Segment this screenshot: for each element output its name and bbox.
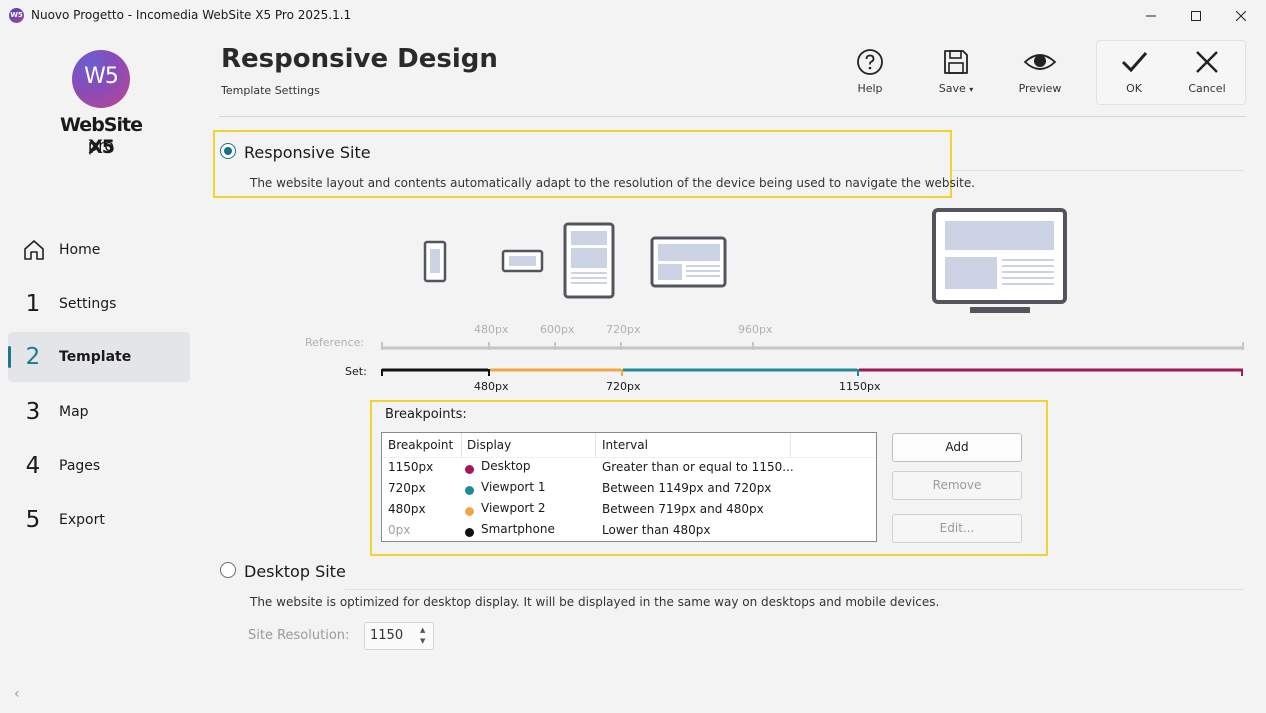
interval-cell: Lower than 480px xyxy=(602,523,711,537)
sidebar-item-label: Map xyxy=(59,404,89,420)
set-tick-label: 480px xyxy=(474,380,509,393)
sidebar-item-export[interactable]: 5 Export xyxy=(8,495,190,545)
sidebar-item-pages[interactable]: 4 Pages xyxy=(8,441,190,491)
column-header-display[interactable]: Display xyxy=(467,438,511,452)
breakpoint-cell: 1150px xyxy=(388,460,434,474)
viewport2-color-dot xyxy=(465,507,474,516)
desktop-site-description: The website is optimized for desktop dis… xyxy=(250,595,940,609)
section-divider xyxy=(345,589,1244,590)
breakpoints-table[interactable]: Breakpoint Display Interval 1150px Deskt… xyxy=(381,432,877,542)
step-number: 5 xyxy=(25,507,41,533)
breakpoint-cell: 480px xyxy=(388,502,426,516)
edit-breakpoint-button[interactable]: Edit... xyxy=(892,514,1022,543)
sidebar-item-label: Pages xyxy=(59,458,101,474)
display-cell: Viewport 2 xyxy=(481,501,546,515)
breakpoint-cell: 0px xyxy=(388,523,411,537)
interval-cell: Greater than or equal to 1150... xyxy=(602,460,794,474)
remove-breakpoint-button[interactable]: Remove xyxy=(892,471,1022,500)
column-header-breakpoint[interactable]: Breakpoint xyxy=(388,438,453,452)
step-number: 4 xyxy=(25,453,41,479)
desktop-color-dot xyxy=(465,465,474,474)
viewport1-color-dot xyxy=(465,486,474,495)
table-row[interactable]: 720px Viewport 1 Between 1149px and 720p… xyxy=(382,479,876,500)
set-ruler xyxy=(381,368,1243,376)
desktop-site-label[interactable]: Desktop Site xyxy=(244,562,346,581)
desktop-site-radio[interactable] xyxy=(220,562,236,578)
site-resolution-value: 1150 xyxy=(370,628,404,643)
interval-cell: Between 1149px and 720px xyxy=(602,481,772,495)
set-tick-label: 720px xyxy=(606,380,641,393)
site-resolution-label: Site Resolution: xyxy=(248,628,350,643)
collapse-chevron-icon[interactable]: ‹ xyxy=(14,686,20,702)
table-header: Breakpoint Display Interval xyxy=(382,433,876,458)
sidebar-item-label: Export xyxy=(59,512,105,528)
set-tick-label: 1150px xyxy=(839,380,881,393)
spin-down-icon[interactable]: ▼ xyxy=(420,637,425,645)
display-cell: Viewport 1 xyxy=(481,480,546,494)
breakpoint-cell: 720px xyxy=(388,481,426,495)
column-header-interval[interactable]: Interval xyxy=(602,438,648,452)
site-resolution-stepper[interactable]: 1150 ▲ ▼ xyxy=(364,622,434,650)
table-row[interactable]: 1150px Desktop Greater than or equal to … xyxy=(382,458,876,479)
table-row[interactable]: 480px Viewport 2 Between 719px and 480px xyxy=(382,500,876,521)
step-number: 3 xyxy=(25,399,41,425)
set-label: Set: xyxy=(345,365,367,378)
display-cell: Desktop xyxy=(481,459,531,473)
breakpoint-scale xyxy=(381,342,1244,376)
reference-ruler xyxy=(381,342,1244,350)
spin-up-icon[interactable]: ▲ xyxy=(420,626,425,634)
table-row[interactable]: 0px Smartphone Lower than 480px xyxy=(382,521,876,542)
interval-cell: Between 719px and 480px xyxy=(602,502,764,516)
breakpoints-title: Breakpoints: xyxy=(385,407,467,422)
smartphone-color-dot xyxy=(465,528,474,537)
display-cell: Smartphone xyxy=(481,522,555,536)
add-breakpoint-button[interactable]: Add xyxy=(892,433,1022,462)
